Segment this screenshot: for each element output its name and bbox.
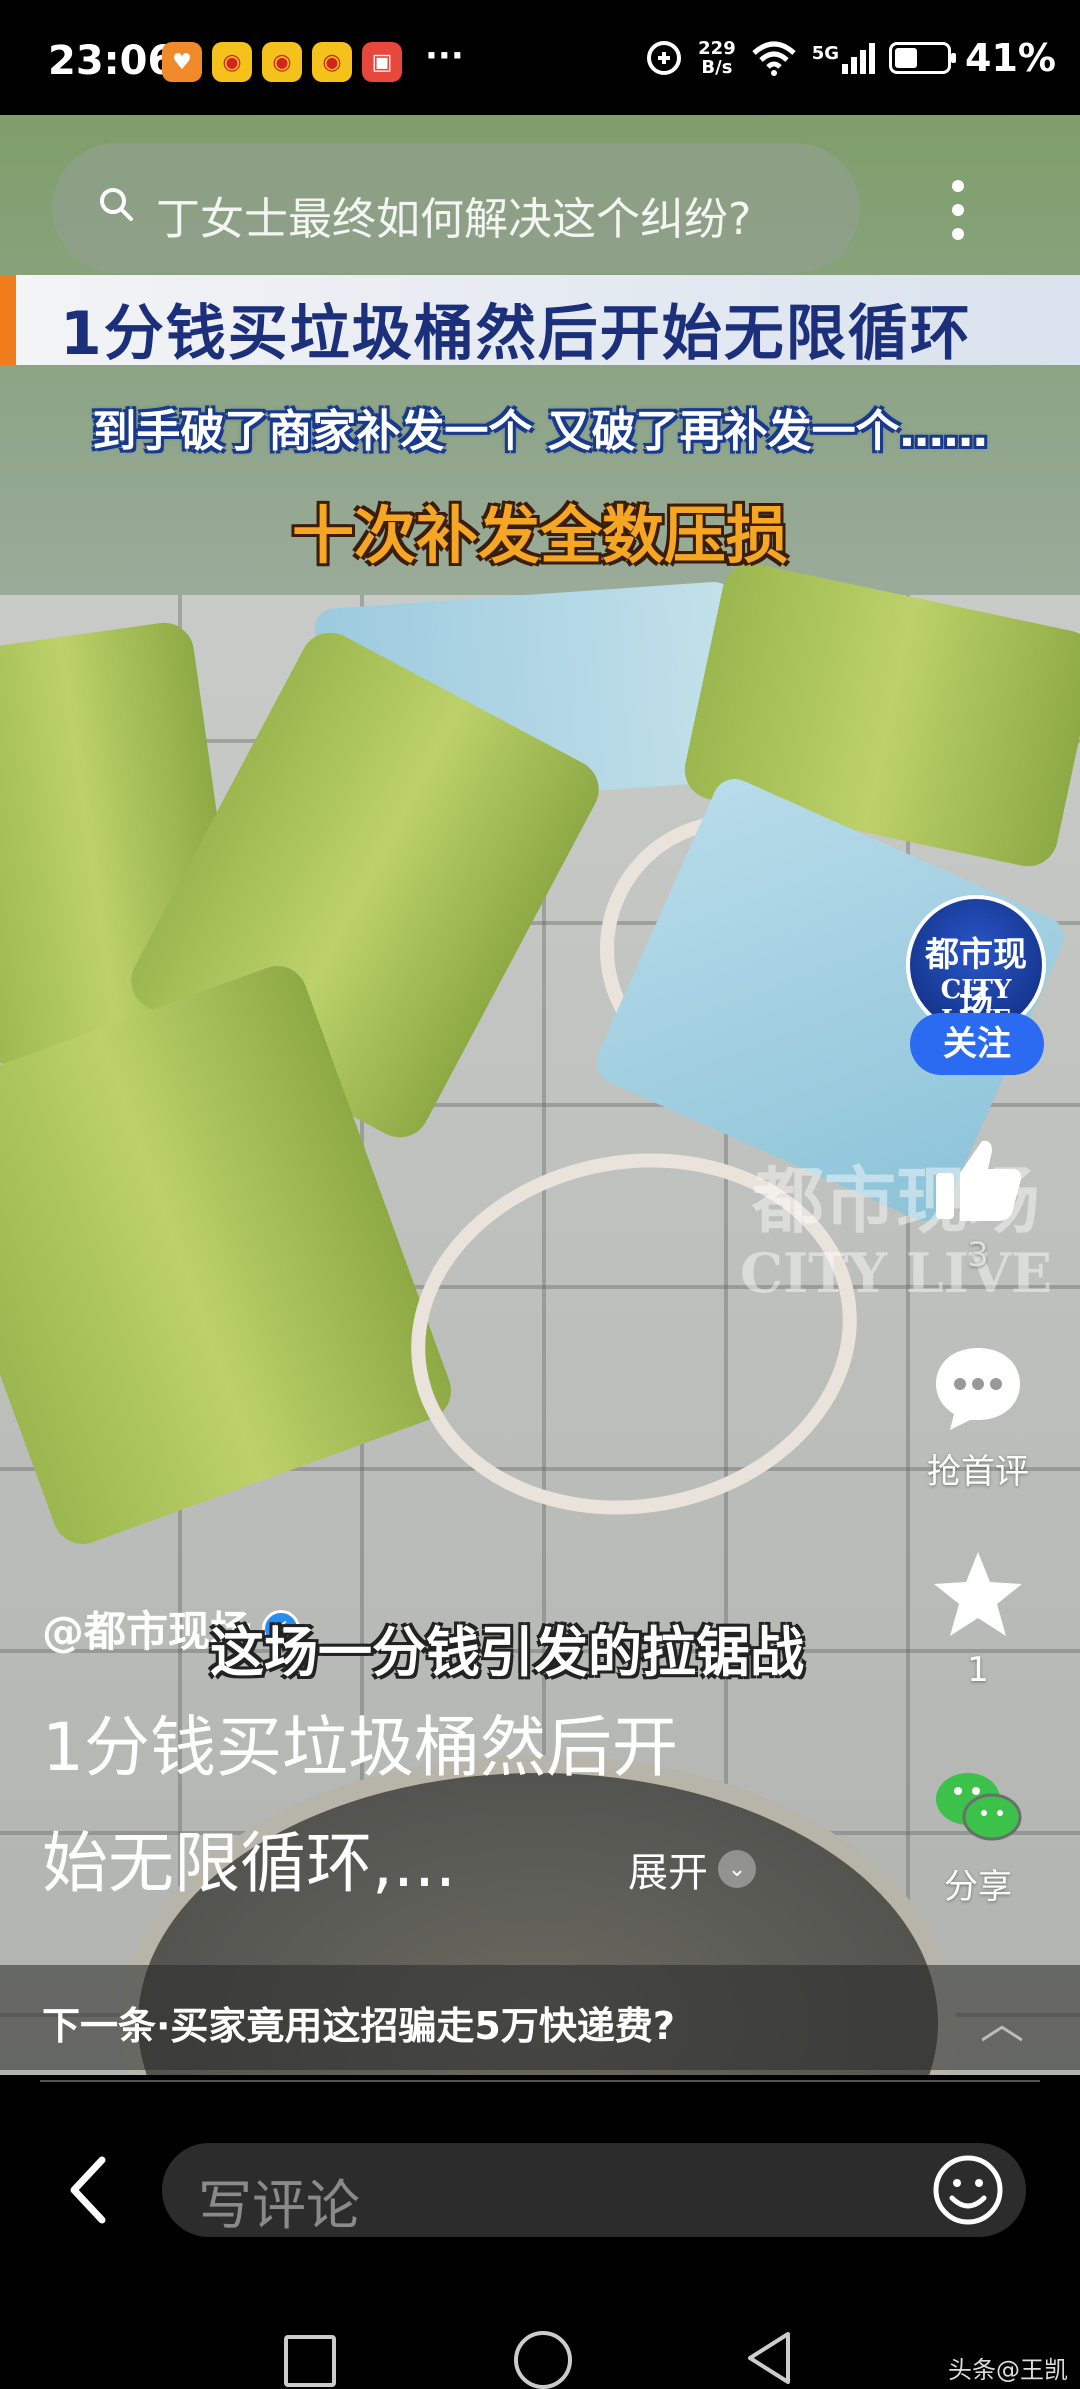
share-label: 分享 <box>944 1867 1012 1907</box>
comment-label: 抢首评 <box>927 1452 1029 1492</box>
comment-placeholder: 写评论 <box>198 2174 360 2237</box>
follow-button[interactable]: 关注 <box>910 1013 1044 1075</box>
net-speed: 229 B/s <box>698 39 736 77</box>
notification-icons: ♥ ◉ ◉ ◉ ▣ <box>162 42 402 82</box>
status-time: 23:06 <box>48 38 176 84</box>
network-type: 5G <box>811 42 840 64</box>
banner-highlight: 十次补发全数压损 <box>291 499 788 572</box>
search-bar[interactable]: 丁女士最终如何解决这个纠纷? <box>52 143 860 273</box>
divider <box>40 2080 1040 2082</box>
share-button[interactable]: 分享 <box>908 1765 1048 1908</box>
expand-button[interactable]: 展开 ⌄ <box>628 1840 756 1898</box>
like-count: 3 <box>967 1235 989 1275</box>
home-button[interactable] <box>514 2331 572 2389</box>
favorite-count: 1 <box>967 1650 989 1690</box>
cellular-signal-icon: 5G <box>811 42 876 74</box>
thumbs-up-icon <box>936 1140 1022 1221</box>
net-speed-value: 229 <box>698 38 736 59</box>
expand-label: 展开 <box>628 1850 708 1896</box>
recent-apps-button[interactable] <box>284 2335 336 2387</box>
back-nav-button[interactable] <box>744 2330 794 2386</box>
status-right: 229 B/s 5G 41% <box>644 36 1056 80</box>
star-icon <box>934 1552 1022 1636</box>
data-saver-icon <box>647 41 682 75</box>
comment-input[interactable]: 写评论 <box>162 2143 1026 2237</box>
next-video-title: 下一条·买家竟用这招骗走5万快递费? <box>42 2004 675 2048</box>
corner-watermark: 头条@王凯 <box>948 2356 1068 2384</box>
search-icon <box>100 188 133 221</box>
system-nav-bar <box>0 2300 1080 2389</box>
shopping-app-icon: ▣ <box>362 42 402 82</box>
weibo-icon: ◉ <box>212 42 252 82</box>
net-speed-unit: B/s <box>701 57 733 78</box>
caption-line1: 1分钱买垃圾桶然后开 <box>42 1709 678 1786</box>
more-notifications-icon: ··· <box>425 36 464 76</box>
battery-percent: 41% <box>965 36 1056 80</box>
battery-icon <box>889 42 957 74</box>
back-arrow-icon[interactable] <box>58 2150 118 2230</box>
comment-button[interactable]: 抢首评 <box>908 1342 1048 1493</box>
more-options-button[interactable] <box>928 160 988 260</box>
banner-title: 1分钱买垃圾桶然后开始无限循环 <box>60 299 972 369</box>
banner-accent <box>0 275 16 365</box>
emoji-icon[interactable] <box>932 2154 1004 2226</box>
weibo-icon: ◉ <box>262 42 302 82</box>
status-bar: 23:06 ♥ ◉ ◉ ◉ ▣ ··· 229 B/s 5G 41% <box>0 0 1080 115</box>
video-subtitle: 这场一分钱引发的拉锯战 <box>210 1621 804 1684</box>
search-placeholder: 丁女士最终如何解决这个纠纷? <box>156 194 752 245</box>
favorite-button[interactable]: 1 <box>908 1548 1048 1690</box>
like-button[interactable]: 3 <box>908 1135 1048 1275</box>
chevron-down-icon: ⌄ <box>718 1850 756 1888</box>
banner-subtitle: 到手破了商家补发一个 又破了再补发一个…… <box>92 406 988 457</box>
heart-app-icon: ♥ <box>162 42 202 82</box>
comment-icon <box>936 1348 1020 1430</box>
video-title-banner: 1分钱买垃圾桶然后开始无限循环 <box>0 275 1080 369</box>
next-video-bar[interactable]: 下一条·买家竟用这招骗走5万快递费? ︿ <box>0 1965 1080 2070</box>
weibo-icon: ◉ <box>312 42 352 82</box>
chevron-up-icon[interactable]: ︿ <box>980 1987 1024 2051</box>
wifi-icon <box>752 41 796 76</box>
wechat-icon <box>936 1773 1022 1841</box>
